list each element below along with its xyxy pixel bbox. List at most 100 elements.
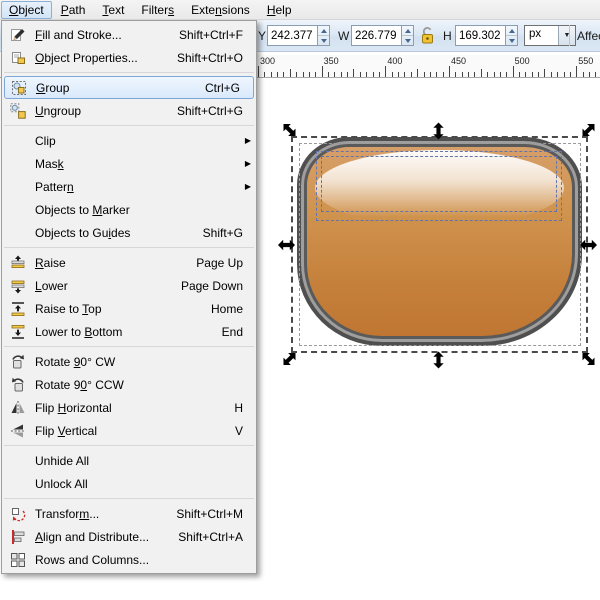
menubar-item-filters[interactable]: Filters bbox=[133, 1, 182, 19]
menu-item-mask[interactable]: Mask ▶ bbox=[2, 152, 256, 175]
blank-icon bbox=[6, 179, 30, 195]
menu-item-group[interactable]: Group Ctrl+G bbox=[4, 76, 254, 99]
menu-item-object-properties[interactable]: Object Properties... Shift+Ctrl+O bbox=[2, 46, 256, 69]
menu-item-label: Fill and Stroke... bbox=[35, 27, 122, 42]
menu-item-objects-to-guides[interactable]: Objects to Guides Shift+G bbox=[2, 221, 256, 244]
menu-item-label: Pattern bbox=[35, 179, 74, 194]
menu-item-rotate-90-cw[interactable]: Rotate 90° CW bbox=[2, 350, 256, 373]
menu-separator bbox=[4, 72, 254, 73]
menu-item-label: Objects to Guides bbox=[35, 225, 131, 240]
menu-item-raise-to-top[interactable]: Raise to Top Home bbox=[2, 297, 256, 320]
blank-icon bbox=[6, 225, 30, 241]
object-menu: Fill and Stroke... Shift+Ctrl+F Object Pro… bbox=[1, 20, 257, 574]
menu-item-flip-vertical[interactable]: Flip Vertical V bbox=[2, 419, 256, 442]
menu-item-label: Object Properties... bbox=[35, 50, 138, 65]
menu-item-shortcut: Shift+G bbox=[202, 225, 243, 240]
rotate-ccw-icon bbox=[6, 377, 30, 393]
menubar: Object Path Text Filters Extensions Help bbox=[0, 0, 600, 20]
menu-item-shortcut: V bbox=[234, 423, 243, 438]
menubar-item-extensions[interactable]: Extensions bbox=[183, 1, 258, 19]
menu-item-label: Unhide All bbox=[35, 453, 90, 468]
menu-item-label: Clip bbox=[35, 133, 56, 148]
menu-item-label: Rotate 90° CW bbox=[35, 354, 116, 369]
menu-item-fill-and-stroke[interactable]: Fill and Stroke... Shift+Ctrl+F bbox=[2, 23, 256, 46]
scale-handle-arrow[interactable] bbox=[580, 239, 597, 251]
menubar-item-help[interactable]: Help bbox=[259, 1, 300, 19]
menu-item-unhide-all[interactable]: Unhide All bbox=[2, 449, 256, 472]
ungroup-icon bbox=[6, 102, 30, 119]
flip-v-icon bbox=[6, 423, 30, 439]
menu-item-shortcut: End bbox=[221, 324, 243, 339]
menu-item-unlock-all[interactable]: Unlock All bbox=[2, 472, 256, 495]
scale-handle-arrow[interactable] bbox=[580, 123, 597, 137]
menu-item-shortcut: Shift+Ctrl+F bbox=[178, 27, 243, 42]
menu-item-label: Raise to Top bbox=[35, 301, 102, 316]
menu-item-label: Flip Horizontal bbox=[35, 400, 112, 415]
inkscape-window: { "menubar": { "items": [ {"label":"Obje… bbox=[0, 0, 600, 600]
raise-icon bbox=[6, 255, 30, 271]
menu-item-label: Group bbox=[36, 80, 70, 95]
menu-item-lower[interactable]: Lower Page Down bbox=[2, 274, 256, 297]
scale-handle-arrow[interactable] bbox=[281, 123, 298, 137]
menu-separator bbox=[4, 498, 254, 499]
menu-item-label: Lower bbox=[35, 278, 68, 293]
menu-separator bbox=[4, 445, 254, 446]
lower-icon bbox=[6, 278, 30, 294]
scale-handle-arrow[interactable] bbox=[430, 122, 447, 140]
menu-item-shortcut: Page Down bbox=[180, 278, 243, 293]
menu-item-rotate-90-ccw[interactable]: Rotate 90° CCW bbox=[2, 373, 256, 396]
blank-icon bbox=[6, 453, 30, 469]
blank-icon bbox=[6, 156, 30, 172]
scale-handle-arrow[interactable] bbox=[430, 351, 447, 369]
blank-icon bbox=[6, 133, 30, 149]
menubar-item-object[interactable]: Object bbox=[1, 0, 52, 19]
raise-top-icon bbox=[6, 301, 30, 317]
menubar-item-path[interactable]: Path bbox=[53, 1, 94, 19]
rotate-cw-icon bbox=[6, 354, 30, 370]
menu-item-label: Align and Distribute... bbox=[35, 529, 150, 544]
menu-item-ungroup[interactable]: Ungroup Shift+Ctrl+G bbox=[2, 99, 256, 122]
submenu-arrow-icon: ▶ bbox=[244, 136, 251, 145]
menu-item-lower-to-bottom[interactable]: Lower to Bottom End bbox=[2, 320, 256, 343]
menu-item-pattern[interactable]: Pattern ▶ bbox=[2, 175, 256, 198]
rows-columns-icon bbox=[6, 552, 30, 568]
blank-icon bbox=[6, 476, 30, 492]
submenu-arrow-icon: ▶ bbox=[244, 182, 251, 191]
menu-separator bbox=[4, 247, 254, 248]
menu-item-shortcut: Ctrl+G bbox=[204, 80, 240, 95]
menu-item-label: Mask bbox=[35, 156, 64, 171]
object-properties-icon bbox=[6, 50, 30, 66]
menu-separator bbox=[4, 346, 254, 347]
menu-item-label: Lower to Bottom bbox=[35, 324, 123, 339]
transform-icon bbox=[6, 506, 30, 522]
menu-item-shortcut: Shift+Ctrl+G bbox=[176, 103, 243, 118]
menu-item-transform[interactable]: Transform... Shift+Ctrl+M bbox=[2, 502, 256, 525]
menu-item-flip-horizontal[interactable]: Flip Horizontal H bbox=[2, 396, 256, 419]
menu-item-align-and-distribute[interactable]: Align and Distribute... Shift+Ctrl+A bbox=[2, 525, 256, 548]
menu-item-shortcut: Page Up bbox=[196, 255, 243, 270]
scale-handle-arrow[interactable] bbox=[580, 352, 597, 366]
align-icon bbox=[6, 529, 30, 545]
menubar-item-text[interactable]: Text bbox=[94, 1, 132, 19]
menu-item-label: Rotate 90° CCW bbox=[35, 377, 124, 392]
submenu-arrow-icon: ▶ bbox=[244, 159, 251, 168]
menu-item-label: Raise bbox=[35, 255, 66, 270]
menu-item-clip[interactable]: Clip ▶ bbox=[2, 129, 256, 152]
scale-handle-arrow[interactable] bbox=[281, 352, 298, 366]
menu-item-shortcut: Shift+Ctrl+A bbox=[178, 529, 243, 544]
menu-item-label: Flip Vertical bbox=[35, 423, 98, 438]
menu-item-label: Rows and Columns... bbox=[35, 552, 150, 567]
menu-item-shortcut: Shift+Ctrl+M bbox=[176, 506, 243, 521]
fill-stroke-icon bbox=[6, 27, 30, 43]
menu-item-label: Unlock All bbox=[35, 476, 88, 491]
menu-item-rows-and-columns[interactable]: Rows and Columns... bbox=[2, 548, 256, 571]
group-icon bbox=[7, 80, 31, 96]
menu-item-label: Transform... bbox=[35, 506, 100, 521]
menu-item-label: Objects to Marker bbox=[35, 202, 130, 217]
menu-item-raise[interactable]: Raise Page Up bbox=[2, 251, 256, 274]
menu-item-objects-to-marker[interactable]: Objects to Marker bbox=[2, 198, 256, 221]
menu-item-shortcut: H bbox=[234, 400, 243, 415]
scale-handle-arrow[interactable] bbox=[278, 239, 295, 251]
child-object-bbox bbox=[321, 156, 557, 212]
blank-icon bbox=[6, 202, 30, 218]
